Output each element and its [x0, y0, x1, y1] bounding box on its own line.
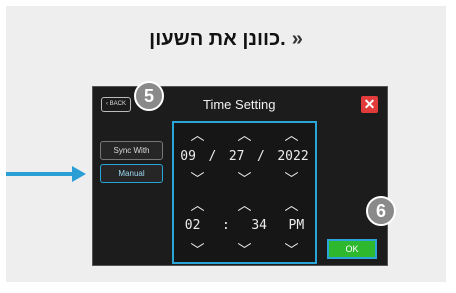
- time-up-row: ︿ ︿ ︿: [174, 195, 315, 215]
- day-up-icon[interactable]: ︿: [238, 125, 252, 145]
- sync-with-phone-button[interactable]: Sync With Phone: [100, 141, 163, 172]
- pointer-arrow-icon: [72, 166, 86, 182]
- close-button[interactable]: ✕: [361, 96, 378, 113]
- month-value: 09: [180, 149, 196, 164]
- date-time-picker: ︿ ︿ ︿ 09 / 27 / 2022 ﹀ ﹀ ﹀ ︿ ︿ ︿ 02: 34…: [172, 121, 317, 264]
- ampm-up-icon[interactable]: ︿: [285, 195, 299, 215]
- month-down-icon[interactable]: ﹀: [191, 169, 205, 189]
- instruction-heading: כוונן את השעון.»: [6, 28, 446, 51]
- screen-title: Time Setting: [203, 97, 276, 112]
- month-up-icon[interactable]: ︿: [191, 125, 205, 145]
- time-separator: :: [221, 218, 230, 233]
- day-down-icon[interactable]: ﹀: [238, 169, 252, 189]
- hour-value: 02: [184, 218, 201, 233]
- back-button[interactable]: ‹ BACK: [101, 97, 131, 112]
- time-down-row: ﹀ ﹀ ﹀: [174, 240, 315, 260]
- minute-up-icon[interactable]: ︿: [238, 195, 252, 215]
- ampm-value: PM: [288, 218, 305, 233]
- ampm-down-icon[interactable]: ﹀: [285, 240, 299, 260]
- step-badge-5: 5: [134, 81, 164, 111]
- step-badge-6: 6: [366, 196, 396, 226]
- infotainment-screen: ‹ BACK Time Setting ✕ Sync With Phone Ma…: [92, 86, 388, 266]
- manual-button[interactable]: Manual: [100, 164, 163, 183]
- minute-value: 34: [251, 218, 267, 233]
- date-value-row: 09 / 27 / 2022: [174, 149, 315, 164]
- instruction-panel: כוונן את השעון.» ‹ BACK Time Setting ✕ S…: [6, 6, 446, 282]
- back-label: BACK: [109, 101, 126, 107]
- year-down-icon[interactable]: ﹀: [285, 169, 299, 189]
- date-separator: /: [257, 149, 265, 164]
- hour-up-icon[interactable]: ︿: [191, 195, 205, 215]
- time-value-row: 02 : 34 PM: [174, 218, 315, 233]
- day-value: 27: [228, 149, 245, 164]
- year-up-icon[interactable]: ︿: [285, 125, 299, 145]
- pointer-arrow-shaft: [6, 172, 76, 176]
- ok-button[interactable]: OK: [327, 239, 377, 259]
- date-down-row: ﹀ ﹀ ﹀: [174, 169, 315, 189]
- hour-down-icon[interactable]: ﹀: [191, 240, 205, 260]
- heading-text: כוונן את השעון.: [149, 28, 286, 50]
- year-value: 2022: [277, 149, 309, 164]
- double-chevron-icon: »: [291, 28, 303, 50]
- minute-down-icon[interactable]: ﹀: [238, 240, 252, 260]
- date-up-row: ︿ ︿ ︿: [174, 125, 315, 145]
- date-separator: /: [208, 149, 217, 164]
